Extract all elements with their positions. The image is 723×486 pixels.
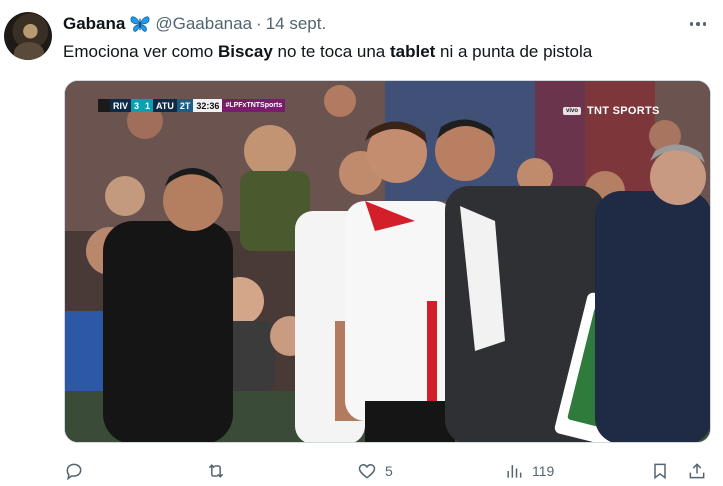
- author-handle[interactable]: @Gaabanaa: [155, 14, 252, 34]
- like-count: 5: [385, 463, 393, 479]
- views-button[interactable]: 119: [504, 458, 554, 484]
- tweet-actions: 5 119: [0, 458, 723, 486]
- away-score: 1: [142, 99, 154, 112]
- reply-button[interactable]: [64, 458, 92, 484]
- home-team: RIV: [110, 99, 132, 112]
- share-button[interactable]: [687, 458, 707, 484]
- views-count: 119: [532, 463, 555, 479]
- away-team: ATU: [153, 99, 177, 112]
- bookmark-icon: [654, 463, 666, 480]
- avatar[interactable]: [4, 12, 52, 60]
- like-button[interactable]: 5: [357, 458, 393, 484]
- tweet-media-image[interactable]: RIV 3 1 ATU 2T 32:36 #LPFxTNTSports vivo…: [64, 80, 711, 443]
- text-part: no te toca una: [272, 42, 390, 61]
- text-bold-tablet: tablet: [389, 42, 436, 61]
- bookmark-button[interactable]: [650, 458, 670, 484]
- tweet-date[interactable]: 14 sept.: [266, 14, 327, 34]
- tweet-text: Emociona ver como Biscay no te toca una …: [63, 41, 592, 63]
- reply-icon: [66, 463, 82, 481]
- text-part: ni a punta de pistola: [435, 42, 593, 61]
- tweet-header: Gabana @Gaabanaa · 14 sept.: [63, 13, 326, 35]
- match-half: 2T: [176, 99, 194, 112]
- views-icon: [507, 465, 522, 478]
- league-logo-icon: [98, 99, 110, 112]
- more-options-icon[interactable]: [686, 14, 710, 34]
- broadcaster-name: TNT SPORTS: [587, 105, 660, 117]
- live-badge: vivo: [563, 107, 582, 115]
- like-icon: [358, 463, 376, 479]
- match-clock: 32:36: [193, 99, 223, 112]
- home-score: 3: [131, 99, 143, 112]
- text-part: Emociona ver como: [63, 42, 218, 61]
- share-icon: [689, 463, 705, 479]
- match-photo: [65, 81, 710, 442]
- retweet-button[interactable]: [206, 458, 234, 484]
- retweet-icon: [208, 464, 224, 478]
- broadcast-hashtag: #LPFxTNTSports: [222, 99, 286, 112]
- author-name[interactable]: Gabana: [63, 14, 125, 34]
- scorebug: RIV 3 1 ATU 2T 32:36 #LPFxTNTSports: [98, 99, 286, 112]
- butterfly-emoji-icon: [130, 16, 150, 32]
- text-bold-biscay: Biscay: [217, 42, 273, 61]
- broadcaster-logo: vivo TNT SPORTS: [563, 105, 660, 117]
- separator: ·: [256, 14, 262, 33]
